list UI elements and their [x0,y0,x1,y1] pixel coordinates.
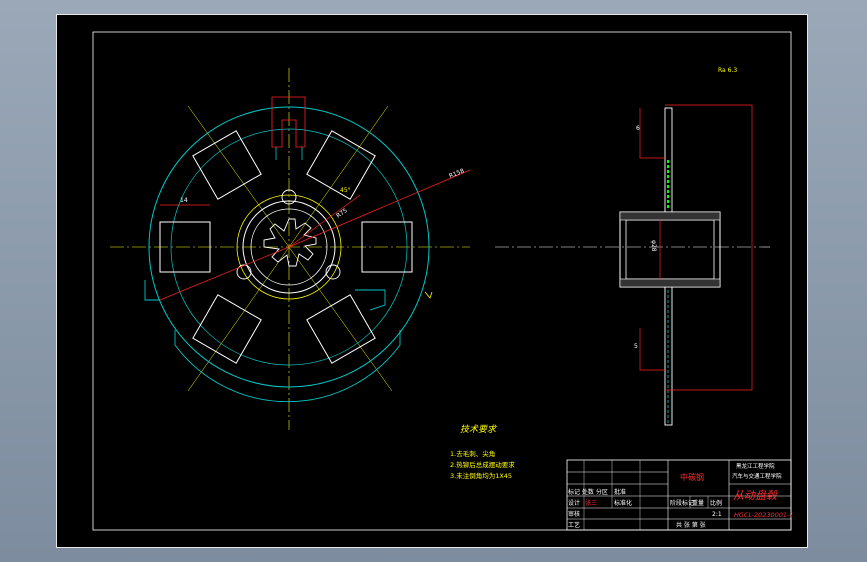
dim-hub-width: 6 [636,125,640,132]
tb-scale-label: 比例 [710,499,722,507]
tech-title: 技术要求 [460,424,497,435]
tb-stage-label: 阶段标记 [670,499,694,507]
dim-r75: R75 [335,207,349,220]
radial-dim-line-2 [159,246,290,301]
tb-designer-name: 张三 [585,499,597,507]
tech-item-2: 2.热铆后总成摆动要求 [450,460,515,469]
tb-review: 审核 [568,510,580,518]
roughness-mark: Ra 6.3 [718,67,737,74]
tb-scale-value: 2:1 [712,511,722,518]
tb-school-line1: 黑龙江工程学院 [736,462,775,470]
hub-section [619,211,721,288]
dim-phi: φ28 [650,240,657,252]
tb-school-line2: 汽车与交通工程学院 [732,472,782,480]
cad-drawing: Ra 6.3 R158 R75 45° 14 φ28 6 5 技术要求 1.去毛… [92,31,794,531]
tb-sheet: 共 张 第 张 [676,521,706,529]
upper-step-dim [639,108,665,159]
tb-process: 工艺 [568,521,580,529]
dim-bottom: 5 [634,343,638,350]
plate-lower [664,284,673,426]
spline-profile [263,218,317,267]
front-view: R158 R75 45° 14 [110,68,471,430]
title-block: 标记 处数 分区 设计 张三 标准化 审核 工艺 批准 中碳钢 黑龙江工程学院 … [566,459,794,531]
tb-mark-row: 标记 处数 分区 [568,488,608,496]
rivet-hole-left [236,264,252,280]
hub-hatch-bottom [619,278,721,288]
top-keyway-dim [271,96,306,148]
diagonal-centerline-1 [187,105,393,392]
side-view: φ28 6 5 [495,104,770,426]
tb-design: 设计 [568,499,580,507]
tb-drawing-no: HGCL-20230001-1 [734,511,794,519]
dim-r158: R158 [448,167,465,179]
hub-hatch-top [619,211,721,221]
spring-window-topleft [192,130,262,200]
tb-weight-label: 重量 [692,499,704,507]
lower-step-dim [639,328,665,371]
overall-dim [665,104,753,391]
tech-item-3: 3.未注倒角均为1X45 [450,471,512,480]
dim-slot-width: 14 [180,197,188,204]
leader-mark [424,291,433,299]
tb-material: 中碳钢 [680,472,704,482]
spring-window-bottomleft [192,294,262,364]
tb-std: 标准化 [614,499,632,507]
tb-approve: 批准 [614,488,626,496]
hub-bore [625,219,715,280]
lower-lug [174,330,401,403]
tech-requirements: 技术要求 1.去毛刺、尖角 2.热铆后总成摆动要求 3.未注倒角均为1X45 [450,424,515,480]
tb-part-name: 从动盘毂 [733,489,778,502]
right-notch [355,289,386,311]
tech-item-1: 1.去毛刺、尖角 [450,449,495,458]
dim-angle: 45° [340,187,351,194]
